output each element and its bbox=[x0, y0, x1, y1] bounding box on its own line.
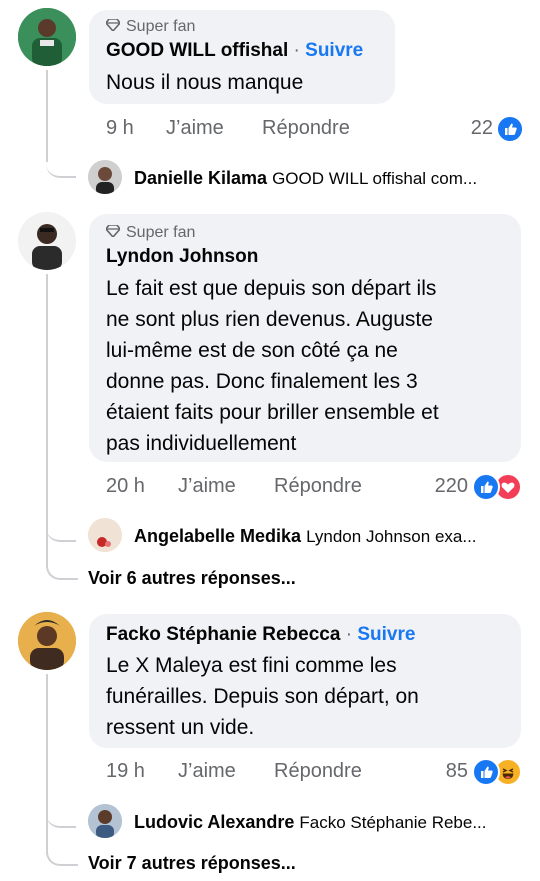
thread-connector bbox=[46, 140, 76, 178]
see-more-replies[interactable]: Voir 7 autres réponses... bbox=[88, 853, 296, 874]
like-icon[interactable] bbox=[496, 115, 524, 143]
like-button[interactable]: J’aime bbox=[178, 760, 236, 783]
avatar[interactable] bbox=[88, 804, 122, 838]
reply-snippet: GOOD WILL offishal com... bbox=[272, 169, 478, 188]
text-line: ne sont plus rien devenus. Auguste bbox=[106, 308, 433, 331]
comment-time[interactable]: 9 h bbox=[106, 117, 134, 140]
comment-author[interactable]: Facko Stéphanie Rebecca · Suivre bbox=[106, 624, 415, 646]
avatar[interactable] bbox=[18, 212, 76, 270]
thread-connector bbox=[46, 806, 76, 828]
text-line: donne pas. Donc finalement les 3 bbox=[106, 370, 418, 393]
super-fan-badge: Super fan bbox=[104, 18, 196, 36]
badge-label: Super fan bbox=[126, 224, 196, 241]
separator: · bbox=[345, 624, 353, 645]
comment-time[interactable]: 20 h bbox=[106, 475, 145, 498]
author-name[interactable]: Lyndon Johnson bbox=[106, 246, 258, 267]
like-icon[interactable] bbox=[472, 758, 500, 786]
follow-button[interactable]: Suivre bbox=[305, 40, 363, 61]
diamond-icon bbox=[104, 18, 122, 36]
avatar[interactable] bbox=[18, 8, 76, 66]
avatar[interactable] bbox=[88, 518, 122, 552]
like-icon[interactable] bbox=[472, 473, 500, 501]
text-line: pas individuellement bbox=[106, 432, 297, 455]
reply-button[interactable]: Répondre bbox=[274, 475, 362, 498]
super-fan-badge: Super fan bbox=[104, 224, 196, 242]
thread-connector bbox=[46, 520, 76, 542]
badge-label: Super fan bbox=[126, 18, 196, 35]
reply-button[interactable]: Répondre bbox=[274, 760, 362, 783]
reply-snippet: Facko Stéphanie Rebe... bbox=[299, 813, 487, 832]
comment-time[interactable]: 19 h bbox=[106, 760, 145, 783]
avatar[interactable] bbox=[88, 160, 122, 194]
reply-button[interactable]: Répondre bbox=[262, 117, 350, 140]
reply-preview[interactable]: Danielle Kilama GOOD WILL offishal com..… bbox=[134, 168, 477, 189]
diamond-icon bbox=[104, 224, 122, 242]
separator: · bbox=[293, 40, 300, 61]
reaction-count[interactable]: 85 bbox=[430, 760, 468, 783]
avatar[interactable] bbox=[18, 612, 76, 670]
reply-author[interactable]: Angelabelle Medika bbox=[134, 526, 301, 546]
comment-text: Le X Maleya est fini comme les funéraill… bbox=[106, 650, 516, 743]
comment-text: Nous il nous manque bbox=[106, 71, 304, 94]
text-line: lui-même est de son côté ça ne bbox=[106, 339, 398, 362]
reaction-count[interactable]: 220 bbox=[420, 475, 468, 498]
text-line: funérailles. Depuis son départ, on bbox=[106, 685, 419, 708]
like-button[interactable]: J’aime bbox=[178, 475, 236, 498]
thread-line bbox=[46, 674, 48, 854]
see-more-replies[interactable]: Voir 6 autres réponses... bbox=[88, 568, 296, 589]
reply-snippet: Lyndon Johnson exa... bbox=[306, 527, 477, 546]
author-name[interactable]: Facko Stéphanie Rebecca bbox=[106, 624, 340, 645]
author-name[interactable]: GOOD WILL offishal bbox=[106, 40, 288, 61]
text-line: Le fait est que depuis son départ ils bbox=[106, 277, 437, 300]
reply-preview[interactable]: Ludovic Alexandre Facko Stéphanie Rebe..… bbox=[134, 812, 487, 833]
like-button[interactable]: J’aime bbox=[166, 117, 224, 140]
comment-text: Le fait est que depuis son départ ils ne… bbox=[106, 273, 516, 459]
reaction-count[interactable]: 22 bbox=[455, 117, 493, 140]
comment-author[interactable]: GOOD WILL offishal · Suivre bbox=[106, 40, 363, 62]
thread-connector bbox=[46, 836, 78, 866]
thread-connector bbox=[46, 550, 78, 580]
reply-preview[interactable]: Angelabelle Medika Lyndon Johnson exa... bbox=[134, 526, 477, 547]
text-line: ressent un vide. bbox=[106, 716, 255, 739]
reply-author[interactable]: Ludovic Alexandre bbox=[134, 812, 294, 832]
follow-button[interactable]: Suivre bbox=[357, 624, 415, 645]
reply-author[interactable]: Danielle Kilama bbox=[134, 168, 267, 188]
comment-author[interactable]: Lyndon Johnson bbox=[106, 246, 258, 268]
text-line: étaient faits pour briller ensemble et bbox=[106, 401, 439, 424]
text-line: Le X Maleya est fini comme les bbox=[106, 654, 397, 677]
